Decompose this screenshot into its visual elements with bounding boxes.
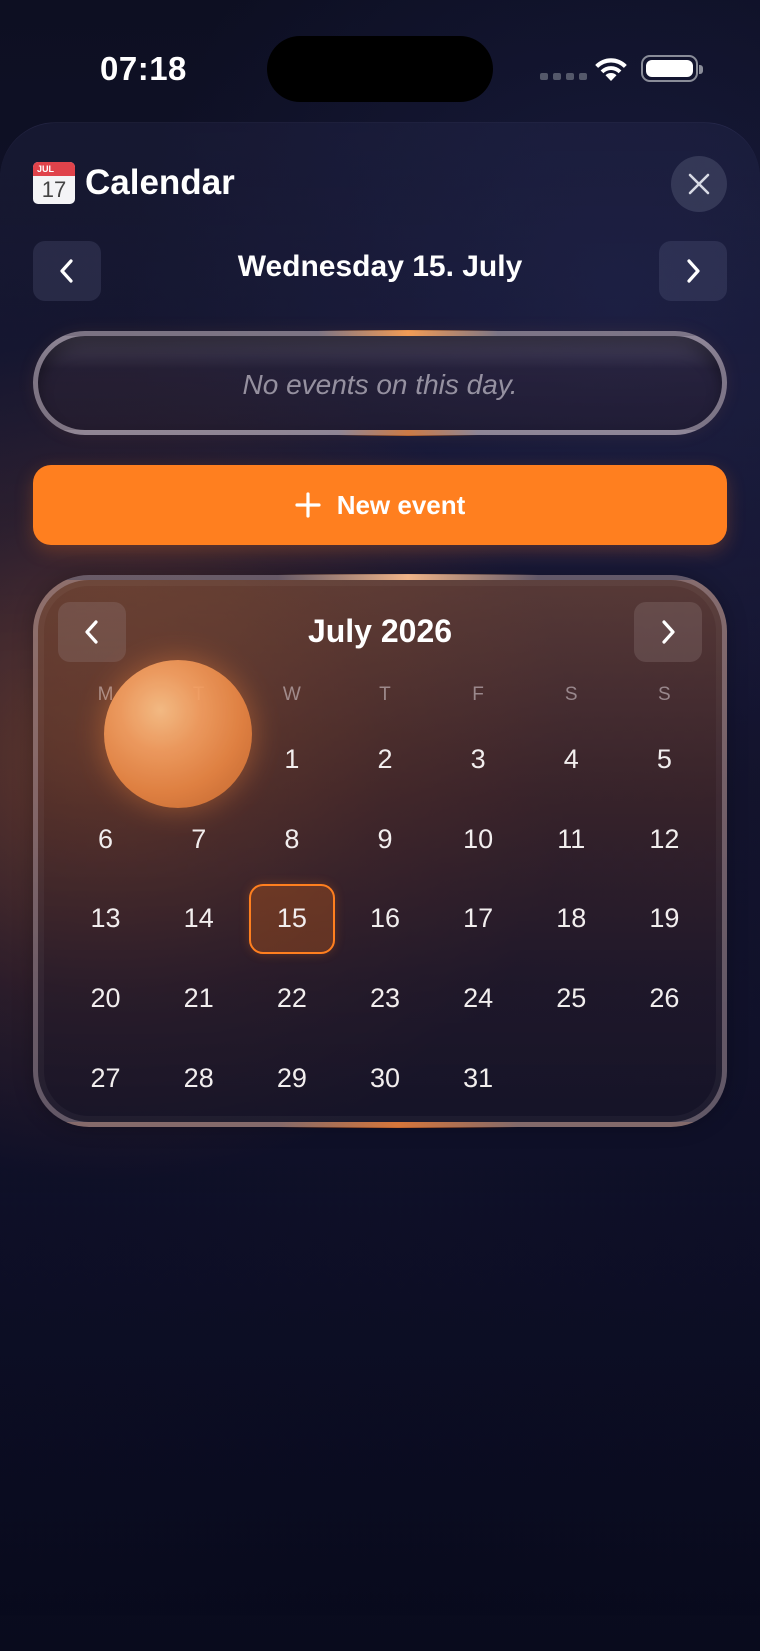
day-cell[interactable]: 5 xyxy=(618,720,711,800)
month-title: July 2026 xyxy=(307,613,453,649)
day-number: 6 xyxy=(98,823,114,854)
day-number: 8 xyxy=(284,823,300,854)
day-number: 28 xyxy=(183,1062,214,1093)
day-cell[interactable]: 9 xyxy=(338,800,431,880)
day-cell[interactable]: 22 xyxy=(245,959,338,1039)
next-month-button[interactable] xyxy=(634,602,702,662)
day-number: 17 xyxy=(463,903,494,934)
day-cell[interactable]: 27 xyxy=(59,1038,152,1118)
day-cell[interactable]: 4 xyxy=(525,720,618,800)
day-cell[interactable]: 23 xyxy=(338,959,431,1039)
day-cell[interactable]: 11 xyxy=(525,800,618,880)
plus-icon xyxy=(295,492,321,518)
touch-indicator xyxy=(104,660,252,808)
weekday-label: T xyxy=(379,684,391,705)
events-list: No events on this day. xyxy=(33,330,727,436)
close-icon xyxy=(688,173,710,195)
cellular-signal-icon xyxy=(540,73,587,80)
day-number: 15 xyxy=(248,883,335,954)
day-number: 5 xyxy=(656,744,672,775)
day-number: 27 xyxy=(90,1062,121,1093)
day-number: 19 xyxy=(649,903,680,934)
selected-date-title: Wednesday 15. July xyxy=(237,250,523,283)
day-cell[interactable]: 18 xyxy=(525,879,618,959)
day-number: 7 xyxy=(191,823,207,854)
day-number: 25 xyxy=(556,983,587,1014)
day-number: 24 xyxy=(463,983,494,1014)
next-day-button[interactable] xyxy=(659,241,727,301)
new-event-button[interactable]: New event xyxy=(33,465,727,545)
weekday-label: S xyxy=(564,684,578,705)
calendar-emoji-icon: JUL 17 xyxy=(33,162,75,204)
day-cell[interactable]: 6 xyxy=(59,800,152,880)
previous-month-button[interactable] xyxy=(58,602,126,662)
day-number: 11 xyxy=(557,823,586,854)
day-number: 29 xyxy=(276,1062,307,1093)
close-button[interactable] xyxy=(671,156,727,212)
day-cell[interactable]: 1 xyxy=(245,720,338,800)
battery-icon xyxy=(641,55,703,82)
day-cell[interactable]: 28 xyxy=(152,1038,245,1118)
chevron-left-icon xyxy=(60,259,73,283)
day-number: 30 xyxy=(369,1062,400,1093)
day-cell[interactable]: 3 xyxy=(432,720,525,800)
weekday-label: F xyxy=(472,684,484,705)
page-title: Calendar xyxy=(85,163,235,202)
previous-day-button[interactable] xyxy=(33,241,101,301)
month-calendar: July 2026 M T W T F S S 1234567891011121… xyxy=(33,574,727,1128)
day-cell[interactable]: 8 xyxy=(245,800,338,880)
day-number: 21 xyxy=(183,983,214,1014)
day-cell[interactable]: 14 xyxy=(152,879,245,959)
wifi-icon xyxy=(595,58,627,81)
day-cell[interactable]: 13 xyxy=(59,879,152,959)
day-number: 14 xyxy=(183,903,214,934)
day-number: 3 xyxy=(470,744,486,775)
day-cell[interactable]: 31 xyxy=(432,1038,525,1118)
day-number: 12 xyxy=(649,823,680,854)
sheet-header: JUL 17 Calendar xyxy=(33,160,235,206)
day-cell[interactable]: 25 xyxy=(525,959,618,1039)
day-cell[interactable]: 20 xyxy=(59,959,152,1039)
empty-events-text: No events on this day. xyxy=(242,369,518,400)
day-number: 16 xyxy=(369,903,400,934)
day-number: 9 xyxy=(377,823,393,854)
day-cell[interactable]: 30 xyxy=(338,1038,431,1118)
day-number: 20 xyxy=(90,983,121,1014)
day-cell-selected[interactable]: 15 xyxy=(245,879,338,959)
day-number: 4 xyxy=(563,744,579,775)
day-cell[interactable]: 2 xyxy=(338,720,431,800)
day-number: 1 xyxy=(284,744,300,775)
day-cell[interactable]: 17 xyxy=(432,879,525,959)
day-cell[interactable]: 12 xyxy=(618,800,711,880)
dynamic-island xyxy=(267,36,493,102)
weekday-label: W xyxy=(282,684,301,705)
day-number: 22 xyxy=(276,983,307,1014)
day-number: 23 xyxy=(369,983,400,1014)
day-cell[interactable]: 7 xyxy=(152,800,245,880)
status-time: 07:18 xyxy=(100,50,187,87)
chevron-left-icon xyxy=(85,620,98,644)
day-number: 31 xyxy=(463,1062,494,1093)
day-cell[interactable]: 10 xyxy=(432,800,525,880)
day-number: 10 xyxy=(463,823,494,854)
day-cell[interactable]: 24 xyxy=(432,959,525,1039)
day-cell[interactable]: 29 xyxy=(245,1038,338,1118)
day-cell[interactable]: 19 xyxy=(618,879,711,959)
weekday-label: S xyxy=(657,684,671,705)
day-cell[interactable]: 21 xyxy=(152,959,245,1039)
chevron-right-icon xyxy=(662,620,675,644)
chevron-right-icon xyxy=(687,259,700,283)
day-cell[interactable]: 16 xyxy=(338,879,431,959)
day-number: 26 xyxy=(649,983,680,1014)
day-number: 2 xyxy=(377,744,393,775)
day-number: 13 xyxy=(90,903,121,934)
day-number: 18 xyxy=(556,903,587,934)
new-event-label: New event xyxy=(336,489,466,520)
day-cell[interactable]: 26 xyxy=(618,959,711,1039)
